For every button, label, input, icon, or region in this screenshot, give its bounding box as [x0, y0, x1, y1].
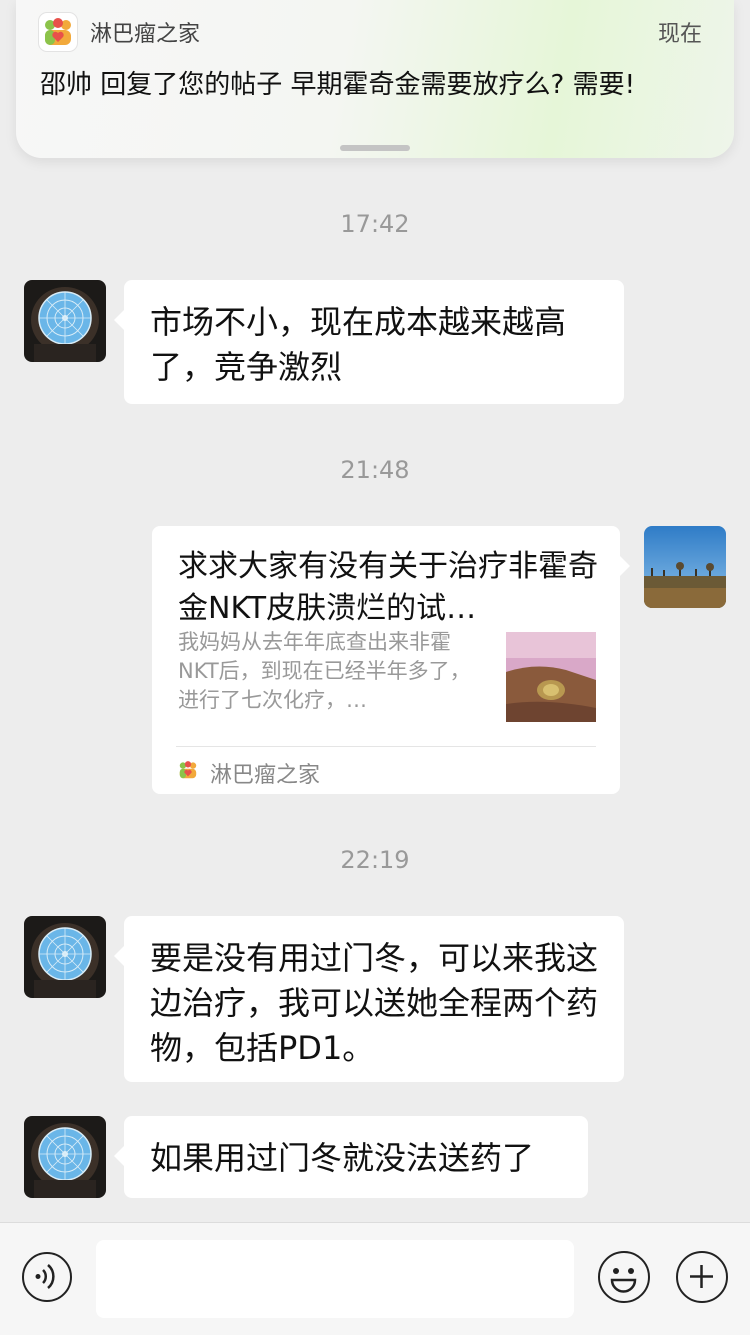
contact-avatar[interactable]: [24, 280, 106, 362]
message-bubble[interactable]: 如果用过门冬就没法送药了: [114, 1116, 588, 1198]
push-notification[interactable]: 淋巴瘤之家 现在 邵帅 回复了您的帖子 早期霍奇金需要放疗么? 需要!: [16, 0, 734, 158]
card-thumbnail: [506, 632, 596, 722]
timestamp: 21:48: [340, 456, 410, 484]
app-logo-icon: [38, 12, 78, 52]
timestamp: 22:19: [340, 846, 410, 874]
notification-app-name: 淋巴瘤之家: [90, 22, 201, 47]
card-title: 求求大家有没有关于治疗非霍奇金NKT皮肤溃烂的试…: [178, 549, 598, 626]
card-description: 我妈妈从去年年底查出来非霍NKT后，到现在已经半年多了，进行了七次化疗，…: [178, 630, 471, 712]
message-bubble[interactable]: 市场不小，现在成本越来越高了，竞争激烈: [114, 280, 624, 404]
notification-time: 现在: [657, 22, 702, 47]
notification-message: 邵帅 回复了您的帖子 早期霍奇金需要放疗么? 需要!: [40, 70, 636, 100]
message-input[interactable]: [96, 1240, 574, 1318]
emoji-icon[interactable]: [598, 1251, 650, 1303]
voice-icon[interactable]: [22, 1252, 72, 1302]
source-logo-icon: [176, 758, 200, 782]
notification-handle[interactable]: [340, 145, 410, 151]
timestamp: 17:42: [340, 210, 410, 238]
card-source: 淋巴瘤之家: [210, 763, 321, 788]
my-avatar[interactable]: [644, 526, 726, 608]
card-divider: [176, 746, 596, 747]
contact-avatar[interactable]: [24, 1116, 106, 1198]
link-card[interactable]: 求求大家有没有关于治疗非霍奇金NKT皮肤溃烂的试… 我妈妈从去年年底查出来非霍N…: [152, 526, 630, 794]
plus-icon[interactable]: [676, 1251, 728, 1303]
contact-avatar[interactable]: [24, 916, 106, 998]
message-bubble[interactable]: 要是没有用过门冬，可以来我这边治疗，我可以送她全程两个药物，包括PD1。: [114, 916, 624, 1082]
